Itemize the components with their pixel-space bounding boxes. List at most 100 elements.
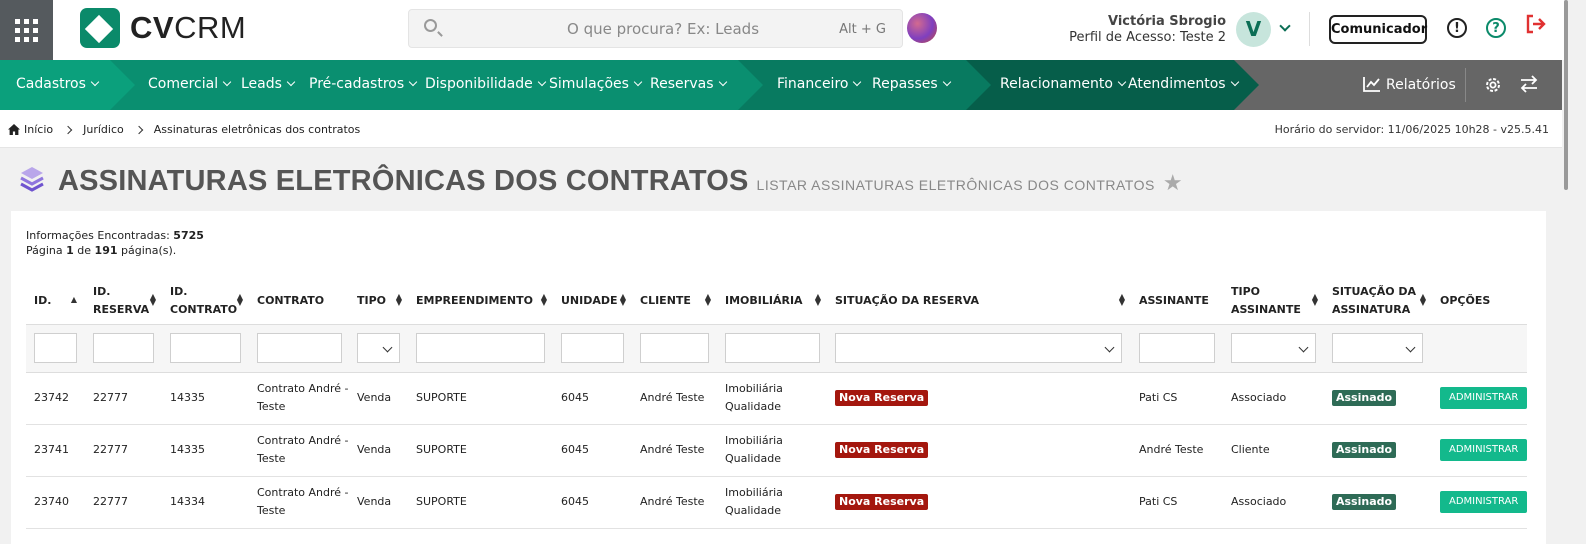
logo[interactable]: CVCRM xyxy=(80,8,246,48)
cell-cliente: André Teste xyxy=(632,424,717,477)
chevron-down-icon[interactable] xyxy=(1279,20,1291,32)
results-card: Informações Encontradas: 5725 Página 1 d… xyxy=(11,211,1546,544)
cell-imobiliaria: Imobiliária Qualidade xyxy=(717,424,827,477)
chevron-right-icon xyxy=(63,125,73,134)
nav-item-pre-cadastros[interactable]: Pré-cadastros xyxy=(309,76,418,92)
scrollbar[interactable] xyxy=(1564,0,1568,190)
col-header-situacao-assinatura[interactable]: SITUAÇÃO DA ASSINATURA ▲ ▼ xyxy=(1324,278,1432,324)
breadcrumb: Início Jurídico Assinaturas eletrônicas … xyxy=(8,123,360,136)
status-badge: Assinado xyxy=(1332,390,1397,406)
col-header-opcoes: OPÇÕES xyxy=(1440,293,1491,307)
sort-icon: ▲ ▼ xyxy=(540,292,547,307)
info-icon[interactable]: ! xyxy=(1447,18,1467,38)
col-header-situacao-reserva[interactable]: SITUAÇÃO DA RESERVA ▲ ▼ xyxy=(827,278,1131,324)
col-header-unidade[interactable]: UNIDADE ▲ ▼ xyxy=(553,278,632,324)
filter-assinante-input[interactable] xyxy=(1139,333,1215,363)
page-header: ASSINATURAS ELETRÔNICAS DOS CONTRATOS LI… xyxy=(18,160,1183,198)
table-row: 23740 22777 14334 Contrato André - Teste… xyxy=(26,476,1528,529)
nav-item-leads[interactable]: Leads xyxy=(241,76,296,92)
col-header-tipo[interactable]: TIPO ▲ ▼ xyxy=(349,278,408,324)
cell-assinante: André Teste xyxy=(1131,424,1223,477)
gear-icon[interactable] xyxy=(1484,76,1502,98)
filter-cliente-input[interactable] xyxy=(640,333,709,363)
administrar-button[interactable]: ADMINISTRAR xyxy=(1440,439,1528,461)
cell-tipo-assinante: Associado xyxy=(1223,476,1324,529)
cell-reserva: 22777 xyxy=(85,424,162,477)
search-box[interactable]: O que procura? Ex: Leads Alt + G xyxy=(408,9,903,48)
cell-contrato-id: 14334 xyxy=(162,476,249,529)
nav-segment-financeiro xyxy=(736,60,991,110)
favorite-star-icon[interactable]: ★ xyxy=(1163,171,1183,196)
col-header-id[interactable]: ID. ▲ xyxy=(26,278,85,324)
cell-imobiliaria: Imobiliária Qualidade xyxy=(717,476,827,529)
cell-empreendimento: SUPORTE xyxy=(408,372,553,425)
filter-situacao-reserva-select[interactable] xyxy=(835,333,1122,363)
swap-arrows-icon[interactable] xyxy=(1519,75,1539,97)
col-header-empreendimento[interactable]: EMPREENDIMENTO ▲ ▼ xyxy=(408,278,553,324)
col-header-id-contrato[interactable]: ID. CONTRATO ▲ ▼ xyxy=(162,278,249,324)
main-nav: Cadastros Comercial Leads Pré-cadastros … xyxy=(0,60,1562,110)
administrar-button[interactable]: ADMINISTRAR xyxy=(1440,387,1528,409)
nav-item-reservas[interactable]: Reservas xyxy=(650,76,727,92)
nav-item-financeiro[interactable]: Financeiro xyxy=(777,76,862,92)
cell-reserva: 22777 xyxy=(85,372,162,425)
status-badge: Nova Reserva xyxy=(835,390,929,406)
cell-tipo: Venda xyxy=(349,476,408,529)
nav-item-relacionamento[interactable]: Relacionamento xyxy=(1000,76,1127,92)
filter-empreendimento-input[interactable] xyxy=(416,333,545,363)
apps-grid-icon[interactable] xyxy=(0,0,53,60)
cell-tipo-assinante: Cliente xyxy=(1223,424,1324,477)
col-header-assinante: ASSINANTE xyxy=(1139,293,1209,307)
administrar-button[interactable]: ADMINISTRAR xyxy=(1440,491,1528,513)
nav-item-comercial[interactable]: Comercial xyxy=(148,76,232,92)
cell-tipo: Venda xyxy=(349,424,408,477)
signature-sync-icon xyxy=(20,167,44,192)
col-header-imobiliaria[interactable]: IMOBILIÁRIA ▲ ▼ xyxy=(717,278,827,324)
cell-cliente: André Teste xyxy=(632,476,717,529)
filter-contrato-id-input[interactable] xyxy=(170,333,241,363)
logout-icon[interactable] xyxy=(1525,14,1547,42)
cell-id: 23742 xyxy=(26,372,85,425)
cell-empreendimento: SUPORTE xyxy=(408,424,553,477)
nav-item-simulacoes[interactable]: Simulações xyxy=(549,76,643,92)
cell-unidade: 6045 xyxy=(553,372,632,425)
filter-imobiliaria-input[interactable] xyxy=(725,333,820,363)
results-summary: Informações Encontradas: 5725 Página 1 d… xyxy=(26,229,204,257)
reports-link[interactable]: Relatórios xyxy=(1363,76,1456,93)
cell-contrato: Contrato André - Teste xyxy=(249,372,349,425)
filter-tipo-assinante-select[interactable] xyxy=(1231,333,1316,363)
cell-imobiliaria: Imobiliária Qualidade xyxy=(717,372,827,425)
sort-icon: ▲ ▼ xyxy=(395,292,402,307)
avatar[interactable]: V xyxy=(1236,12,1271,47)
breadcrumb-home[interactable]: Início xyxy=(24,123,53,136)
home-icon[interactable] xyxy=(8,124,20,135)
communicator-button[interactable]: Comunicador xyxy=(1329,15,1427,44)
chart-line-icon xyxy=(1363,77,1380,92)
col-header-tipo-assinante[interactable]: TIPO ASSINANTE ▲ ▼ xyxy=(1223,278,1324,324)
user-info[interactable]: Victória Sbrogio Perfil de Acesso: Teste… xyxy=(1069,14,1226,46)
cell-assinante: Pati CS xyxy=(1131,372,1223,425)
assistant-orb-icon[interactable] xyxy=(907,13,937,43)
filter-id-input[interactable] xyxy=(34,333,77,363)
status-badge: Nova Reserva xyxy=(835,442,929,458)
filter-unidade-input[interactable] xyxy=(561,333,624,363)
filter-situacao-assinatura-select[interactable] xyxy=(1332,333,1423,363)
nav-item-disponibilidade[interactable]: Disponibilidade xyxy=(425,76,546,92)
sort-icon: ▲ ▼ xyxy=(236,292,243,307)
filter-row xyxy=(26,323,1528,373)
divider xyxy=(1309,12,1310,46)
col-header-cliente[interactable]: CLIENTE ▲ ▼ xyxy=(632,278,717,324)
col-header-id-reserva[interactable]: ID. RESERVA ▲ ▼ xyxy=(85,278,162,324)
filter-tipo-select[interactable] xyxy=(357,333,400,363)
breadcrumb-juridico[interactable]: Jurídico xyxy=(83,123,124,136)
nav-item-cadastros[interactable]: Cadastros xyxy=(16,76,100,92)
sort-icon: ▲ ▼ xyxy=(619,292,626,307)
nav-item-atendimentos[interactable]: Atendimentos xyxy=(1128,76,1239,92)
help-icon[interactable]: ? xyxy=(1486,18,1506,38)
search-placeholder[interactable]: O que procura? Ex: Leads xyxy=(567,20,759,38)
nav-item-repasses[interactable]: Repasses xyxy=(872,76,951,92)
filter-reserva-input[interactable] xyxy=(93,333,154,363)
filter-contrato-input[interactable] xyxy=(257,333,342,363)
breadcrumb-current: Assinaturas eletrônicas dos contratos xyxy=(153,123,361,136)
sort-icon: ▲ ▼ xyxy=(1311,292,1318,307)
